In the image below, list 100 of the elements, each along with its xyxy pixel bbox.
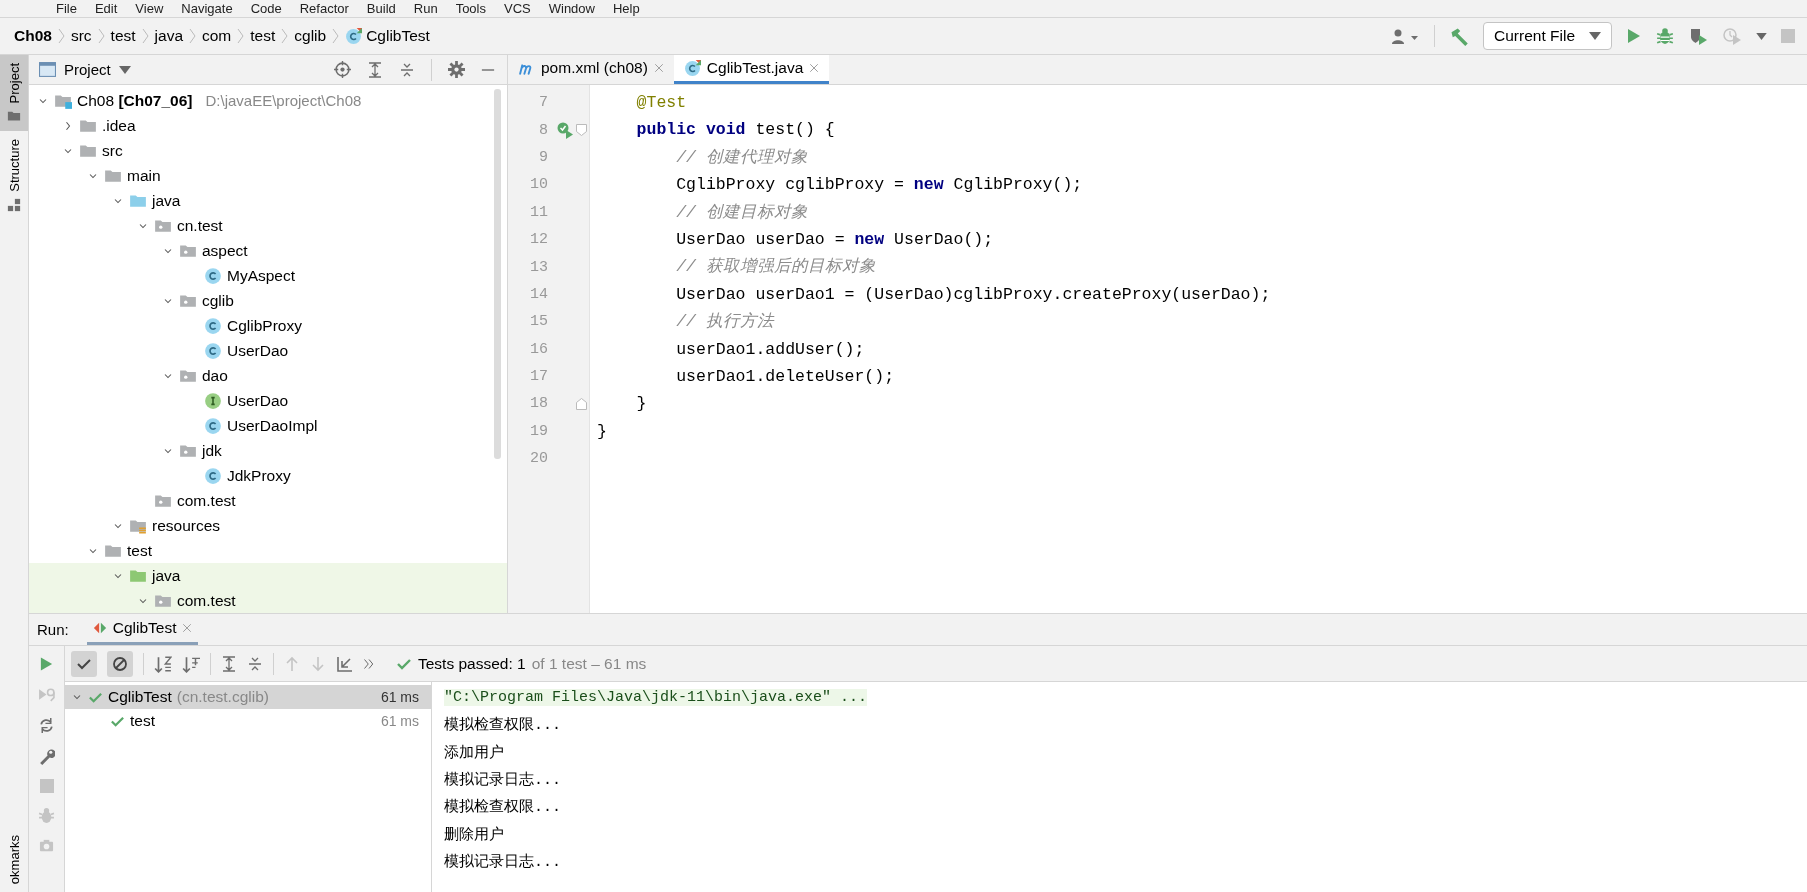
class-icon [204, 416, 222, 435]
user-icon[interactable] [1392, 27, 1421, 45]
code-line: public void test() { [635, 120, 835, 140]
hammer-icon[interactable] [1449, 26, 1470, 46]
import-icon[interactable] [336, 655, 352, 672]
editor-tab[interactable]: pom.xml (ch08) [508, 55, 674, 84]
breadcrumb-item[interactable]: java [154, 27, 183, 45]
test-duration: 61 ms [380, 689, 419, 705]
scrollbar[interactable] [494, 89, 501, 459]
tree-item[interactable]: dao [29, 363, 507, 388]
tree-item[interactable]: main [29, 163, 507, 188]
settings-icon[interactable] [448, 61, 465, 78]
bug-icon[interactable] [1656, 27, 1674, 45]
console-output: 模拟记录日志... [444, 770, 561, 790]
fold-icon[interactable] [576, 124, 587, 137]
menu-item[interactable]: Run [413, 1, 438, 16]
line-number: 13 [529, 258, 548, 276]
breadcrumb-item[interactable]: cglib [294, 27, 327, 45]
test-name: test [130, 712, 155, 730]
breadcrumb-item[interactable]: CglibTest [366, 27, 430, 45]
tree-item[interactable]: com.test [29, 488, 507, 513]
test-package: (cn.test.cglib) [176, 688, 269, 706]
caret-icon[interactable] [1756, 32, 1767, 40]
menu-item[interactable]: Build [366, 1, 396, 16]
expand-all-icon[interactable] [367, 61, 383, 78]
tree-item[interactable]: com.test [29, 588, 507, 613]
menu-item[interactable]: View [135, 1, 164, 16]
side-tab[interactable]: Structure [0, 131, 28, 221]
sort-duration-icon[interactable] [182, 654, 200, 673]
tree-item[interactable]: cglib [29, 288, 507, 313]
tree-item[interactable]: cn.test [29, 213, 507, 238]
show-passed-toggle[interactable] [71, 650, 97, 677]
run-icon[interactable] [1626, 27, 1642, 45]
run-tab[interactable]: CglibTest [86, 614, 199, 645]
shield-run-icon[interactable] [1688, 27, 1708, 45]
status-detail: of 1 test – 61 ms [531, 654, 647, 673]
line-number: 16 [529, 340, 548, 358]
menu-item[interactable]: Window [548, 1, 595, 16]
more-chevron-icon[interactable] [362, 657, 376, 670]
console-output: 删除用户 [444, 825, 504, 844]
tree-item[interactable]: java [29, 563, 507, 588]
tree-item[interactable]: test [29, 538, 507, 563]
collapse-all-icon[interactable] [247, 655, 263, 672]
expand-all-icon[interactable] [221, 655, 237, 672]
run-test-icon[interactable] [556, 121, 574, 140]
menu-item[interactable]: Refactor [299, 1, 349, 16]
close-icon[interactable] [182, 623, 193, 633]
menu-item[interactable]: Edit [94, 1, 118, 16]
test-duration: 61 ms [380, 713, 419, 729]
menu-item[interactable]: VCS [504, 1, 531, 16]
breadcrumb-item[interactable]: Ch08 [14, 27, 52, 45]
line-number: 20 [529, 450, 548, 468]
bug-icon [38, 807, 55, 824]
tree-item[interactable]: UserDao [29, 388, 507, 413]
tree-item[interactable]: UserDaoImpl [29, 413, 507, 438]
collapse-all-icon[interactable] [399, 61, 415, 78]
side-tab[interactable]: Project [0, 55, 28, 132]
menu-item[interactable]: File [56, 1, 77, 16]
editor-tab[interactable]: CglibTest.java [673, 55, 830, 84]
tree-item[interactable]: .idea [29, 113, 507, 138]
run-icon[interactable] [39, 656, 54, 672]
breadcrumb-item[interactable]: src [70, 27, 92, 45]
stop-icon [39, 779, 54, 793]
show-ignored-icon [112, 655, 128, 672]
tree-item[interactable]: UserDao [29, 338, 507, 363]
breadcrumb-item[interactable]: com [202, 27, 232, 45]
close-icon[interactable] [653, 63, 664, 73]
test-item[interactable]: test 61 ms [65, 709, 431, 733]
view-selector[interactable]: Project [39, 61, 131, 78]
sort-alpha-icon[interactable] [154, 654, 172, 673]
close-icon[interactable] [809, 63, 820, 73]
chevron-icon [237, 28, 245, 44]
breadcrumb-item[interactable]: test [250, 27, 276, 45]
tree-item[interactable]: CglibProxy [29, 313, 507, 338]
tree-item[interactable]: Ch08 [Ch07_06] D:\javaEE\project\Ch08 [29, 88, 507, 113]
fold-icon[interactable] [576, 398, 587, 410]
line-number: 18 [529, 395, 548, 413]
clock-run-icon [1722, 27, 1742, 45]
menu-item[interactable]: Navigate [181, 1, 233, 16]
menu-item[interactable]: Tools [455, 1, 486, 16]
menu-item[interactable]: Help [612, 1, 640, 16]
side-tab[interactable]: okmarks [0, 826, 28, 892]
menu-item[interactable]: Code [250, 1, 282, 16]
target-icon[interactable] [334, 61, 351, 78]
tree-item[interactable]: java [29, 188, 507, 213]
test-class-icon [345, 27, 363, 45]
auto-rerun-icon[interactable] [38, 717, 55, 734]
wrench-icon[interactable] [38, 748, 55, 765]
code-line: // 创建代理对象 [675, 147, 808, 167]
tree-item[interactable]: jdk [29, 438, 507, 463]
tree-item[interactable]: aspect [29, 238, 507, 263]
test-item[interactable]: CglibTest (cn.test.cglib) 61 ms [65, 685, 431, 709]
tree-item[interactable]: src [29, 138, 507, 163]
tree-item[interactable]: resources [29, 513, 507, 538]
run-configuration-dropdown[interactable]: Current File [1483, 22, 1612, 50]
arrow-up-icon [284, 655, 300, 672]
breadcrumb-item[interactable]: test [110, 27, 136, 45]
tree-item[interactable]: JdkProxy [29, 463, 507, 488]
show-ignored-toggle[interactable] [107, 650, 133, 677]
tree-item[interactable]: MyAspect [29, 263, 507, 288]
